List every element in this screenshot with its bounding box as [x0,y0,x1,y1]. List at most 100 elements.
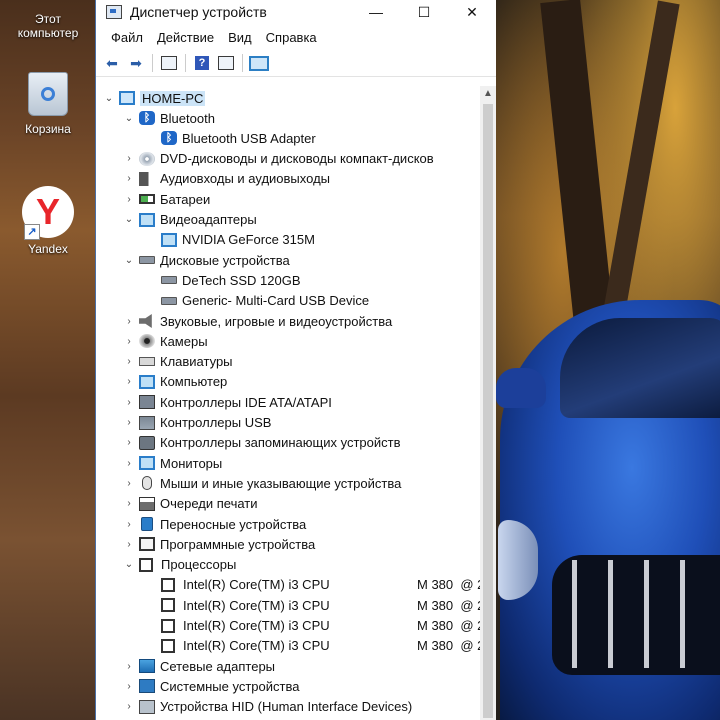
device-category[interactable]: › Переносные устройства [122,514,306,534]
processor-icon [139,557,153,572]
car-window [560,318,720,418]
tree-root-label: HOME-PC [140,90,206,106]
device-item[interactable]: NVIDIA GeForce 315M [158,230,315,250]
expand-chevron-icon[interactable]: › [122,701,136,712]
cpu-speed-label: M 380 @ 2.53GHz [417,597,480,613]
expand-chevron-icon[interactable]: › [122,437,136,448]
device-item[interactable]: DeTech SSD 120GB [158,270,301,290]
collapse-chevron-icon[interactable]: ⌄ [122,255,136,266]
device-category[interactable]: › Системные устройства [122,676,299,696]
help-button[interactable]: ? [192,54,212,72]
desktop-icon-yandex[interactable]: Y ↗ Yandex [8,186,88,256]
expand-chevron-icon[interactable]: › [122,539,136,550]
close-icon: ✕ [466,3,478,20]
expand-chevron-icon[interactable]: › [122,661,136,672]
device-category[interactable]: ⌄ Процессоры [122,555,237,575]
device-category[interactable]: › Контроллеры запоминающих устройств [122,433,400,453]
menu-action[interactable]: Действие [150,27,221,48]
device-item[interactable]: Intel(R) Core(TM) i3 CPU M 380 @ 2.53GHz [158,575,480,595]
disk-icon [161,296,177,305]
maximize-button[interactable]: ☐ [400,0,448,24]
camera-icon [139,334,155,349]
device-item[interactable]: ᛒ Bluetooth USB Adapter [158,128,316,148]
device-category[interactable]: › Мониторы [122,453,222,473]
expand-chevron-icon[interactable]: › [122,336,136,347]
device-category[interactable]: › DVD-дисководы и дисководы компакт-диско… [122,149,433,169]
expand-chevron-icon[interactable]: › [122,519,136,530]
expand-chevron-icon[interactable]: › [122,397,136,408]
device-label: Программные устройства [160,536,316,552]
device-category[interactable]: › Контроллеры IDE ATA/ATAPI [122,392,332,412]
yandex-icon: Y ↗ [22,186,74,240]
device-manager-window: Диспетчер устройств — ☐ ✕ Файл Действие … [95,0,496,720]
collapse-chevron-icon[interactable]: ⌄ [122,559,136,570]
expand-chevron-icon[interactable]: › [122,417,136,428]
expand-chevron-icon[interactable]: › [122,194,136,205]
audio-io-icon [139,171,155,186]
scroll-up-arrow-icon[interactable]: ▲ [480,86,496,102]
bluetooth-icon: ᛒ [161,131,177,146]
device-category[interactable]: › Клавиатуры [122,352,232,372]
device-category[interactable]: › Устройства HID (Human Interface Devices… [122,697,412,717]
device-category[interactable]: ⌄ Дисковые устройства [122,250,290,270]
menu-view[interactable]: Вид [221,27,259,48]
processor-icon [161,618,175,633]
recycle-bin-icon [28,72,68,116]
device-label: NVIDIA GeForce 315M [182,232,315,248]
menu-file[interactable]: Файл [104,27,150,48]
device-label: Аудиовходы и аудиовыходы [160,171,330,187]
device-category[interactable]: › Звуковые, игровые и видеоустройства [122,311,392,331]
device-item[interactable]: Intel(R) Core(TM) i3 CPU M 380 @ 2.53GHz [158,636,480,656]
expand-chevron-icon[interactable]: › [122,478,136,489]
device-category[interactable]: › Мыши и иные указывающие устройства [122,473,401,493]
expand-chevron-icon[interactable]: › [122,498,136,509]
view-icon [218,56,234,70]
desktop-icon-label: компьютер [17,26,79,40]
device-category[interactable]: ⌄ ᛒ Bluetooth [122,108,215,128]
desktop-icon-recycle-bin[interactable]: Корзина [8,72,88,136]
desktop-icon-this-pc[interactable]: Этот компьютер [8,12,88,40]
device-label: Сетевые адаптеры [160,658,276,674]
expand-chevron-icon[interactable]: › [122,376,136,387]
expand-chevron-icon[interactable]: › [122,316,136,327]
scan-hardware-button[interactable] [249,54,269,72]
collapse-chevron-icon[interactable]: ⌄ [102,93,116,104]
monitor-icon [139,456,155,471]
device-item[interactable]: Generic- Multi-Card USB Device [158,291,369,311]
car-mirror [496,368,546,408]
view-button[interactable] [216,54,236,72]
device-category[interactable]: › Камеры [122,331,207,351]
back-button[interactable]: ⬅ [102,54,122,72]
forward-arrow-icon: ➡ [130,54,142,71]
expand-chevron-icon[interactable]: › [122,173,136,184]
device-category[interactable]: ⌄ Видеоадаптеры [122,210,257,230]
device-item[interactable]: Intel(R) Core(TM) i3 CPU M 380 @ 2.53GHz [158,616,480,636]
device-category[interactable]: › Программные устройства [122,534,315,554]
device-category[interactable]: › Сетевые адаптеры [122,656,275,676]
collapse-chevron-icon[interactable]: ⌄ [122,214,136,225]
window-title: Диспетчер устройств [130,4,267,20]
device-label: Контроллеры IDE ATA/ATAPI [160,394,332,410]
device-category[interactable]: › Очереди печати [122,494,257,514]
menu-help[interactable]: Справка [259,27,324,48]
scroll-thumb[interactable] [483,104,493,718]
expand-chevron-icon[interactable]: › [122,681,136,692]
vertical-scrollbar[interactable]: ▲ [480,86,496,720]
forward-button[interactable]: ➡ [126,54,146,72]
expand-chevron-icon[interactable]: › [122,153,136,164]
computer-icon [139,374,155,389]
device-category[interactable]: › Аудиовходы и аудиовыходы [122,169,330,189]
tree-root[interactable]: ⌄ HOME-PC [102,88,206,108]
device-category[interactable]: › Контроллеры USB [122,413,271,433]
expand-chevron-icon[interactable]: › [122,356,136,367]
collapse-chevron-icon[interactable]: ⌄ [122,113,136,124]
title-bar[interactable]: Диспетчер устройств — ☐ ✕ [96,0,496,24]
properties-button[interactable] [159,54,179,72]
expand-chevron-icon[interactable]: › [122,458,136,469]
close-button[interactable]: ✕ [448,0,496,24]
minimize-button[interactable]: — [352,0,400,24]
system-device-icon [139,679,155,694]
device-category[interactable]: › Батареи [122,189,210,209]
device-item[interactable]: Intel(R) Core(TM) i3 CPU M 380 @ 2.53GHz [158,595,480,615]
device-category[interactable]: › Компьютер [122,372,227,392]
